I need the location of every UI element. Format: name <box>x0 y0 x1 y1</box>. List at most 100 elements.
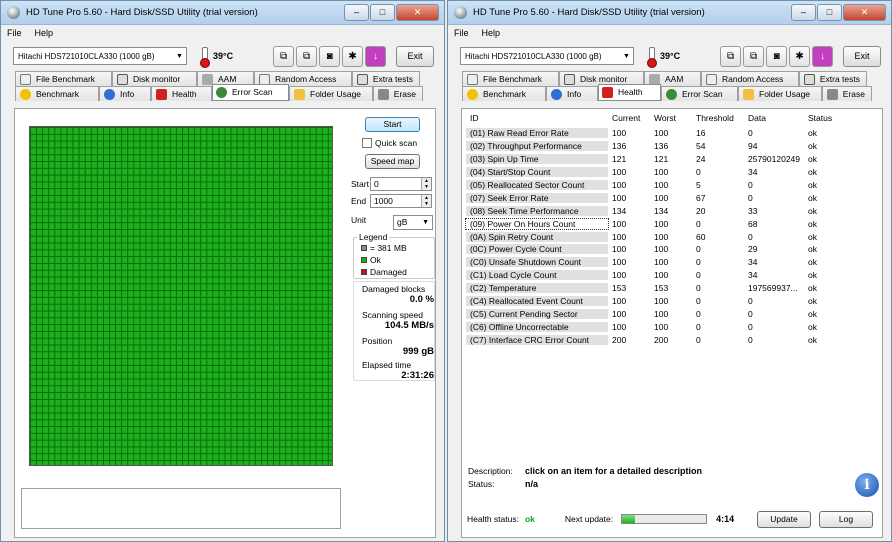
save-icon[interactable]: ↓ <box>812 45 834 67</box>
tab-extra-tests[interactable]: Extra tests <box>352 71 420 86</box>
tab-disk-monitor[interactable]: Disk monitor <box>112 71 197 86</box>
copy-screenshot-icon[interactable]: ⧉ <box>296 45 318 67</box>
camera-icon[interactable]: ◙ <box>766 45 788 67</box>
tab-file-benchmark[interactable]: File Benchmark <box>15 71 112 86</box>
data-value: 34 <box>748 257 758 268</box>
scan-log-box[interactable] <box>21 488 341 529</box>
tab-row-top: File Benchmark Disk monitor AAM Random A… <box>448 71 891 86</box>
tab-random-access[interactable]: Random Access <box>701 71 799 86</box>
table-row[interactable]: (05) Reallocated Sector Count 100 100 5 0 ok <box>466 179 817 192</box>
threshold-value: 16 <box>696 128 706 139</box>
tab-info[interactable]: Info <box>546 86 598 101</box>
toolbar: Hitachi HDS721010CLA330 (1000 gB) ▼ 39°C … <box>1 41 444 71</box>
column-header-status[interactable]: Status <box>804 113 832 123</box>
column-header-threshold[interactable]: Threshold <box>692 113 744 123</box>
tab-health[interactable]: Health <box>598 84 661 101</box>
column-header-id[interactable]: ID <box>466 113 608 123</box>
spin-arrows-icon[interactable]: ▲ ▼ <box>421 178 431 190</box>
table-row[interactable]: (08) Seek Time Performance 134 134 20 33 ok <box>466 204 817 217</box>
current-value: 100 <box>612 296 627 307</box>
save-icon[interactable]: ↓ <box>365 45 387 67</box>
menu-help[interactable]: Help <box>482 28 501 38</box>
speed-map-button[interactable]: Speed map <box>365 154 420 169</box>
drive-select[interactable]: Hitachi HDS721010CLA330 (1000 gB) ▼ <box>13 47 187 65</box>
menu-file[interactable]: File <box>7 28 22 38</box>
table-row[interactable]: (C6) Offline Uncorrectable 100 100 0 0 ok <box>466 320 817 333</box>
table-row[interactable]: (07) Seek Error Rate 100 100 67 0 ok <box>466 191 817 204</box>
attribute-name: (02) Throughput Performance <box>466 141 608 152</box>
update-button[interactable]: Update <box>757 511 811 528</box>
maximize-button[interactable]: □ <box>370 4 395 21</box>
tab-error-scan[interactable]: Error Scan <box>212 84 289 101</box>
info-icon[interactable]: i <box>855 473 879 497</box>
menu-file[interactable]: File <box>454 28 469 38</box>
quick-scan-checkbox[interactable]: Quick scan <box>362 138 417 148</box>
tab-error-scan[interactable]: Error Scan <box>661 86 738 101</box>
tab-file-benchmark[interactable]: File Benchmark <box>462 71 559 86</box>
drive-select[interactable]: Hitachi HDS721010CLA330 (1000 gB) ▼ <box>460 47 634 65</box>
title-bar[interactable]: HD Tune Pro 5.60 - Hard Disk/SSD Utility… <box>1 1 444 25</box>
random-access-icon <box>706 73 717 85</box>
tab-erase[interactable]: Erase <box>822 86 872 101</box>
tab-erase[interactable]: Erase <box>373 86 423 101</box>
health-status-label: Health status: <box>467 514 519 524</box>
copy-text-icon[interactable]: ⧉ <box>720 45 742 67</box>
status-row: Status: n/a <box>468 479 538 489</box>
worst-value: 100 <box>654 257 669 268</box>
copy-text-icon[interactable]: ⧉ <box>273 45 295 67</box>
legend-block-label: = 381 MB <box>370 243 407 253</box>
table-row[interactable]: (0A) Spin Retry Count 100 100 60 0 ok <box>466 230 817 243</box>
unit-select[interactable]: gB ▼ <box>393 215 433 230</box>
options-icon[interactable]: ✱ <box>789 45 811 67</box>
status-value: ok <box>808 321 817 332</box>
copy-screenshot-icon[interactable]: ⧉ <box>743 45 765 67</box>
start-button[interactable]: Start <box>365 117 420 132</box>
table-row[interactable]: (0C) Power Cycle Count 100 100 0 29 ok <box>466 243 817 256</box>
tab-extra-tests[interactable]: Extra tests <box>799 71 867 86</box>
table-row[interactable]: (02) Throughput Performance 136 136 54 94 ok <box>466 140 817 153</box>
close-button[interactable]: ✕ <box>843 4 886 21</box>
exit-button[interactable]: Exit <box>843 45 881 67</box>
table-row[interactable]: (C0) Unsafe Shutdown Count 100 100 0 34 ok <box>466 256 817 269</box>
tab-folder-usage[interactable]: Folder Usage <box>289 86 373 101</box>
tab-health[interactable]: Health <box>151 86 212 101</box>
table-row[interactable]: (C5) Current Pending Sector 100 100 0 0 ok <box>466 307 817 320</box>
tab-folder-usage[interactable]: Folder Usage <box>738 86 822 101</box>
tab-label: Benchmark <box>36 89 79 99</box>
tab-label: Folder Usage <box>759 89 811 99</box>
maximize-button[interactable]: □ <box>817 4 842 21</box>
table-row[interactable]: (C7) Interface CRC Error Count 200 200 0 0 ok <box>466 333 817 346</box>
column-header-worst[interactable]: Worst <box>650 113 692 123</box>
column-header-current[interactable]: Current <box>608 113 650 123</box>
table-row[interactable]: (C2) Temperature 153 153 0 197569937... ok <box>466 282 817 295</box>
start-spinbox[interactable]: 0 ▲ ▼ <box>370 177 432 191</box>
minimize-button[interactable]: – <box>791 4 816 21</box>
start-value: 0 <box>374 179 379 189</box>
exit-button[interactable]: Exit <box>396 45 434 67</box>
options-icon[interactable]: ✱ <box>342 45 364 67</box>
tab-info[interactable]: Info <box>99 86 151 101</box>
table-row[interactable]: (C1) Load Cycle Count 100 100 0 34 ok <box>466 269 817 282</box>
table-row[interactable]: (04) Start/Stop Count 100 100 0 34 ok <box>466 166 817 179</box>
end-spinbox[interactable]: 1000 ▲ ▼ <box>370 194 432 208</box>
tab-benchmark[interactable]: Benchmark <box>462 86 546 101</box>
close-button[interactable]: ✕ <box>396 4 439 21</box>
table-row[interactable]: (09) Power On Hours Count 100 100 0 68 ok <box>465 217 817 230</box>
spin-arrows-icon[interactable]: ▲ ▼ <box>421 195 431 207</box>
table-row[interactable]: (01) Raw Read Error Rate 100 100 16 0 ok <box>466 127 817 140</box>
tab-benchmark[interactable]: Benchmark <box>15 86 99 101</box>
menu-help[interactable]: Help <box>35 28 54 38</box>
camera-icon[interactable]: ◙ <box>319 45 341 67</box>
elapsed-stat: Elapsed time 2:31:26 <box>362 360 434 381</box>
current-value: 100 <box>612 231 627 242</box>
tab-label: Random Access <box>722 74 784 84</box>
current-value: 134 <box>612 205 627 216</box>
column-header-data[interactable]: Data <box>744 113 804 123</box>
tab-label: Extra tests <box>372 74 413 84</box>
minimize-button[interactable]: – <box>344 4 369 21</box>
log-button[interactable]: Log <box>819 511 873 528</box>
thermometer-icon <box>646 46 657 68</box>
title-bar[interactable]: HD Tune Pro 5.60 - Hard Disk/SSD Utility… <box>448 1 891 25</box>
table-row[interactable]: (C4) Reallocated Event Count 100 100 0 0 ok <box>466 295 817 308</box>
table-row[interactable]: (03) Spin Up Time 121 121 24 25790120249 ok <box>466 153 817 166</box>
